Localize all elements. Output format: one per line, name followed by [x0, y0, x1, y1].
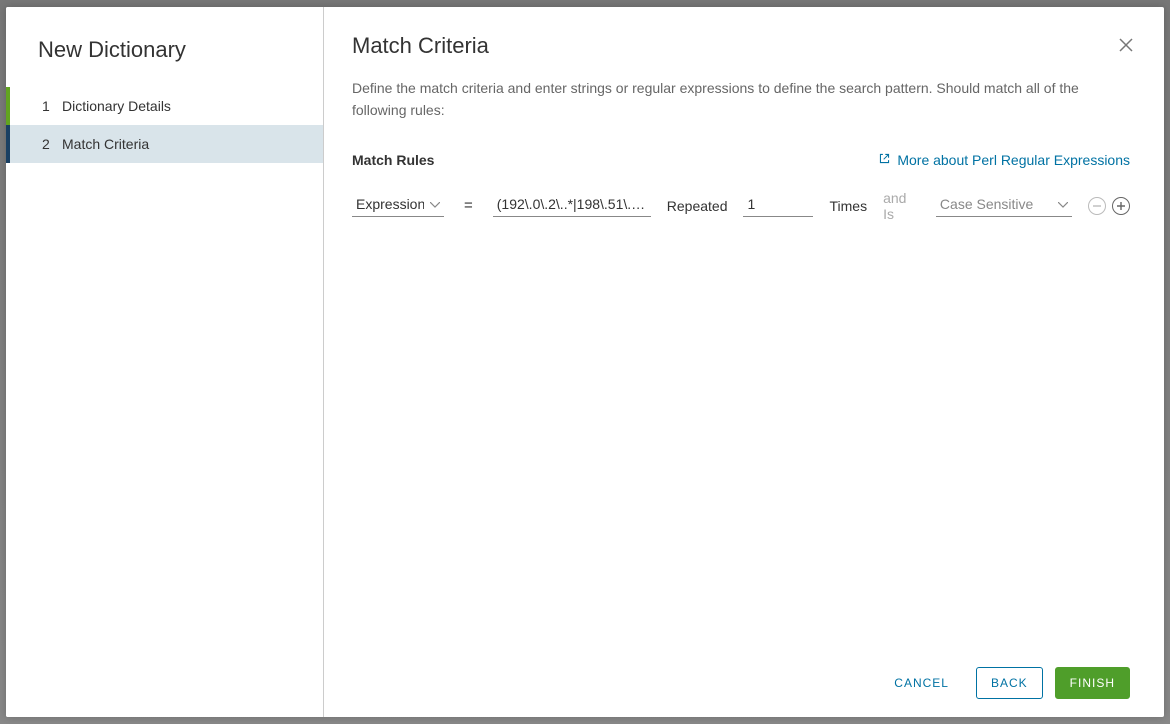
- rule-type-select[interactable]: Expression: [352, 194, 444, 217]
- close-icon[interactable]: [1116, 35, 1136, 55]
- rules-header: Match Rules More about Perl Regular Expr…: [352, 152, 1130, 168]
- and-is-label: and Is: [883, 190, 920, 222]
- repeated-label: Repeated: [667, 198, 728, 214]
- help-link-perl-regex[interactable]: More about Perl Regular Expressions: [878, 152, 1130, 168]
- case-sensitivity-select[interactable]: Case Sensitive: [936, 194, 1072, 217]
- external-link-icon: [878, 152, 891, 168]
- rules-title: Match Rules: [352, 152, 434, 168]
- pattern-input[interactable]: [493, 194, 651, 217]
- modal-backdrop: New Dictionary 1 Dictionary Details 2 Ma…: [0, 0, 1170, 724]
- wizard-title: New Dictionary: [6, 31, 323, 87]
- page-description: Define the match criteria and enter stri…: [352, 77, 1130, 122]
- wizard-footer: CANCEL BACK FINISH: [352, 655, 1130, 699]
- match-rule-row: Expression = Repeated Times and Is Case …: [352, 190, 1130, 222]
- wizard-modal: New Dictionary 1 Dictionary Details 2 Ma…: [6, 7, 1164, 717]
- back-button[interactable]: BACK: [976, 667, 1043, 699]
- step-dictionary-details[interactable]: 1 Dictionary Details: [6, 87, 323, 125]
- step-label: Dictionary Details: [62, 98, 171, 114]
- step-label: Match Criteria: [62, 136, 149, 152]
- equals-label: =: [460, 197, 477, 214]
- step-match-criteria[interactable]: 2 Match Criteria: [6, 125, 323, 163]
- wizard-steps: 1 Dictionary Details 2 Match Criteria: [6, 87, 323, 163]
- wizard-sidebar: New Dictionary 1 Dictionary Details 2 Ma…: [6, 7, 324, 717]
- step-number: 1: [42, 98, 62, 114]
- rule-row-actions: [1088, 197, 1130, 215]
- page-title: Match Criteria: [352, 33, 1130, 59]
- finish-button[interactable]: FINISH: [1055, 667, 1130, 699]
- repeat-count-input[interactable]: [743, 194, 813, 217]
- step-number: 2: [42, 136, 62, 152]
- wizard-main: Match Criteria Define the match criteria…: [324, 7, 1164, 717]
- add-rule-button[interactable]: [1112, 197, 1130, 215]
- help-link-label: More about Perl Regular Expressions: [897, 152, 1130, 168]
- cancel-button[interactable]: CANCEL: [879, 667, 964, 699]
- times-label: Times: [829, 198, 867, 214]
- remove-rule-button[interactable]: [1088, 197, 1106, 215]
